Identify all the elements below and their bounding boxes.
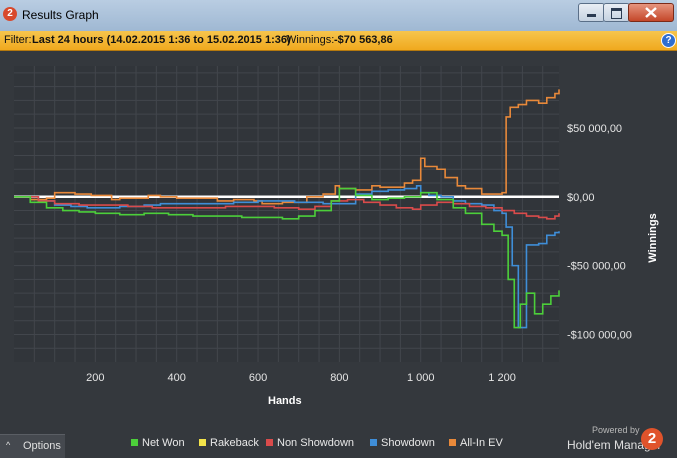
x-tick-label: 1 200 [488,372,516,384]
y-tick-label: -$50 000,00 [567,261,626,273]
results-chart: $50 000,00 $0,00 -$50 000,00 -$100 000,00 2… [14,66,659,407]
legend-item[interactable]: All-In EV [449,437,503,449]
x-tick-label: 400 [168,372,186,384]
winnings-label: Winnings: [286,34,335,46]
x-tick-label: 1 000 [407,372,435,384]
legend-label: All-In EV [460,437,503,449]
y-tick-label: -$100 000,00 [567,329,632,341]
legend-label: Non Showdown [277,437,355,449]
filter-label: Filter: [4,34,32,46]
legend-item[interactable]: Rakeback [199,437,259,449]
window-title: Results Graph [22,8,99,22]
x-tick-label: 600 [249,372,267,384]
legend-swatch [449,438,456,446]
legend-label: Rakeback [210,437,259,449]
x-axis-label: Hands [268,395,302,407]
legend-item[interactable]: Net Won [131,437,185,449]
hm-logo-icon: 2 [641,428,663,450]
legend-label: Net Won [142,437,185,449]
legend-swatch [131,438,138,446]
filter-bar: Filter: Last 24 hours (14.02.2015 1:36 t… [0,31,677,51]
minimize-button[interactable] [578,3,605,22]
legend-swatch [266,438,273,446]
help-icon[interactable]: ? [661,33,676,48]
maximize-icon [611,8,622,19]
close-icon [645,7,657,18]
x-tick-label: 800 [330,372,348,384]
minimize-icon [587,14,596,17]
y-tick-label: $50 000,00 [567,123,622,135]
legend-item[interactable]: Showdown [370,437,435,449]
legend-item[interactable]: Non Showdown [266,437,354,449]
options-button[interactable]: ^ Options [0,434,65,458]
maximize-button[interactable] [603,3,630,22]
title-bar: 2 Results Graph [0,0,677,32]
powered-by-text: Powered by [592,425,640,435]
y-axis-label: Winnings [647,213,659,262]
legend-label: Showdown [381,437,435,449]
legend-swatch [370,438,377,446]
options-label: Options [23,440,61,452]
legend-swatch [199,438,206,446]
filter-value: Last 24 hours (14.02.2015 1:36 to 15.02.… [32,34,291,46]
x-tick-label: 200 [86,372,104,384]
app-logo-icon: 2 [3,7,17,21]
y-tick-label: $0,00 [567,192,595,204]
caret-up-icon: ^ [6,440,11,450]
close-button[interactable] [628,3,674,22]
winnings-value: -$70 563,86 [334,34,393,46]
